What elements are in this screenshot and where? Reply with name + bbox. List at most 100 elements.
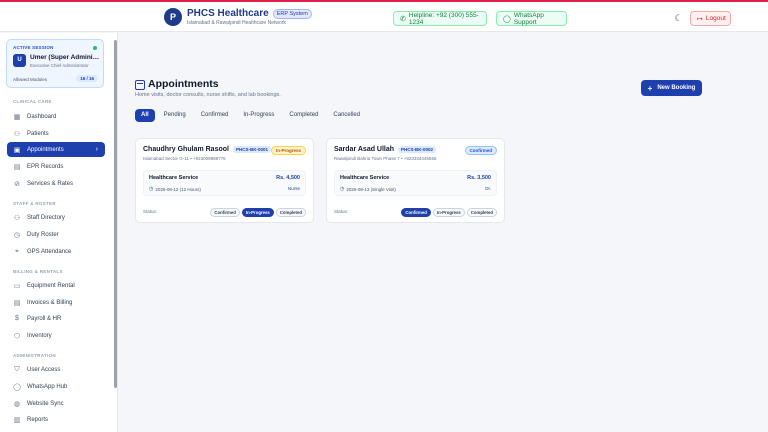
service-price: Rs. 3,500 <box>467 175 491 181</box>
section-billing-rentals: BILLING & RENTALS <box>13 269 63 274</box>
sidebar-item-equipment-rental[interactable]: ▭ Equipment Rental <box>7 278 105 293</box>
chevron-right-icon: › <box>95 146 98 153</box>
clock-icon: ◷ <box>13 231 21 239</box>
sidebar-item-dashboard[interactable]: ▦ Dashboard <box>7 109 105 124</box>
session-user-role: Executive Chief Administrator <box>30 63 89 68</box>
brand-title: PHCS Healthcare <box>187 8 269 19</box>
set-in-progress-button[interactable]: In-Progress <box>241 208 274 217</box>
plus-icon: + <box>647 83 653 93</box>
sidebar-item-invoices-billing[interactable]: ▤ Invoices & Billing <box>7 295 105 310</box>
helpline-button[interactable]: ✆ Helpline: +92 (300) 555-1234 <box>393 11 487 26</box>
page-title: Appointments <box>148 78 219 90</box>
tab-cancelled[interactable]: Cancelled <box>327 109 366 122</box>
sidebar-item-patients[interactable]: ⚇ Patients <box>7 126 105 141</box>
status-label: Status: <box>143 209 158 214</box>
service-role: Dr. <box>485 186 491 191</box>
tab-pending[interactable]: Pending <box>158 109 192 122</box>
dashboard-icon: ▦ <box>13 113 21 121</box>
booking-id-badge: PHCS-BK-0002 <box>398 146 437 153</box>
status-filter-tabs: All Pending Confirmed In-Progress Comple… <box>135 109 369 122</box>
set-in-progress-button[interactable]: In-Progress <box>432 208 465 217</box>
avatar: U <box>13 54 26 67</box>
set-completed-button[interactable]: Completed <box>466 208 497 217</box>
dollar-icon: $ <box>15 315 19 322</box>
patient-name: Chaudhry Ghulam Rasool <box>143 146 229 153</box>
session-user-name: Umer (Super Administrator) <box>30 54 100 61</box>
box-icon: ⬡ <box>13 332 21 340</box>
sidebar-item-user-access[interactable]: ⛉ User Access <box>7 362 105 377</box>
service-date: 2026-08-13 (Single Visit) <box>346 186 396 192</box>
receipt-icon: ▤ <box>13 299 21 307</box>
sidebar-item-appointments[interactable]: ▣ Appointments › <box>7 142 105 157</box>
status-switcher: Confirmed In-Progress Completed <box>399 208 497 217</box>
online-status-dot <box>93 46 97 50</box>
sidebar-item-gps-attendance[interactable]: ⌖ GPS Attendance <box>7 244 105 259</box>
calendar-icon: ▣ <box>13 146 21 154</box>
service-role: Nurse <box>287 186 300 191</box>
appointment-card[interactable]: Sardar Asad Ullah PHCS-BK-0002 Rawalpind… <box>326 138 505 223</box>
tag-icon: ⊘ <box>14 180 20 188</box>
whatsapp-support-button[interactable]: ◯ WhatsApp Support <box>496 11 567 26</box>
helpline-label: Helpline: +92 (300) 555-1234 <box>408 11 479 26</box>
sidebar-item-services-rates[interactable]: ⊘ Services & Rates <box>7 176 105 191</box>
file-icon: ▤ <box>13 163 21 171</box>
bed-icon: ▭ <box>13 282 21 290</box>
patient-name: Sardar Asad Ullah <box>334 146 395 153</box>
tab-all[interactable]: All <box>135 109 155 122</box>
section-clinical-care: CLINICAL CARE <box>13 99 52 104</box>
chat-icon: ◯ <box>503 15 511 23</box>
set-confirmed-button[interactable]: Confirmed <box>401 208 431 217</box>
service-box: Healthcare Service Rs. 4,500 ◷ 2026-08-12… <box>143 170 306 196</box>
sidebar-item-reports[interactable]: ▥ Reports <box>7 412 105 427</box>
shield-icon: ⛉ <box>14 365 20 373</box>
dark-mode-toggle-icon[interactable]: ☾ <box>672 12 685 25</box>
service-label: Healthcare Service <box>149 175 199 181</box>
patient-location: Islamabad Sector G-11 • +923009988776 <box>143 156 226 161</box>
chart-icon: ▥ <box>13 416 21 424</box>
set-completed-button[interactable]: Completed <box>275 208 306 217</box>
staff-icon: ⚇ <box>13 214 21 222</box>
clock-icon: ◷ <box>149 186 154 192</box>
pin-icon: ⌖ <box>15 247 19 255</box>
brand-logo-icon: P <box>164 8 182 26</box>
allowed-modules-label: Allowed Modules <box>13 77 48 82</box>
sidebar-item-website-sync[interactable]: ◍ Website Sync <box>7 396 105 411</box>
booking-id-badge: PHCS-BK-0001 <box>232 146 271 153</box>
tab-in-progress[interactable]: In-Progress <box>237 109 280 122</box>
sidebar-item-whatsapp-hub[interactable]: ◯ WhatsApp Hub <box>7 379 105 394</box>
appointment-card[interactable]: Chaudhry Ghulam Rasool PHCS-BK-0001 Isla… <box>135 138 314 223</box>
globe-icon: ◍ <box>13 400 21 408</box>
sidebar-scrollbar[interactable] <box>114 40 117 388</box>
session-label: ACTIVE SESSION <box>13 45 54 50</box>
logout-button[interactable]: ↦ Logout <box>690 11 731 26</box>
new-booking-button[interactable]: + New Booking <box>641 80 702 96</box>
tab-completed[interactable]: Completed <box>283 109 324 122</box>
brand-subtitle: Islamabad & Rawalpindi Healthcare Networ… <box>187 20 286 26</box>
sidebar-item-payroll-hr[interactable]: $ Payroll & HR <box>7 311 105 326</box>
calendar-icon <box>135 80 145 90</box>
users-icon: ⚇ <box>13 130 21 138</box>
section-staff-roster: STAFF & ROSTER <box>13 201 56 206</box>
erp-badge: ERP System <box>272 8 312 19</box>
tab-confirmed[interactable]: Confirmed <box>195 109 235 122</box>
status-switcher: Confirmed In-Progress Completed <box>208 208 306 217</box>
page-subtitle: Home visits, doctor consults, nurse shif… <box>135 92 281 98</box>
patient-location: Rawalpindi Bahria Town Phase 7 • +923334… <box>334 156 437 161</box>
set-confirmed-button[interactable]: Confirmed <box>210 208 240 217</box>
whatsapp-label: WhatsApp Support <box>513 11 544 26</box>
status-label: Status: <box>334 209 349 214</box>
sidebar-item-epr-records[interactable]: ▤ EPR Records <box>7 159 105 174</box>
sidebar-item-duty-roster[interactable]: ◷ Duty Roster <box>7 227 105 242</box>
new-booking-label: New Booking <box>657 85 696 91</box>
status-badge: In-Progress <box>270 146 306 155</box>
service-box: Healthcare Service Rs. 3,500 ◷ 2026-08-13… <box>334 170 497 196</box>
sidebar-item-inventory[interactable]: ⬡ Inventory <box>7 328 105 343</box>
sidebar-item-staff-directory[interactable]: ⚇ Staff Directory <box>7 210 105 225</box>
logout-label: Logout <box>705 15 726 22</box>
clock-icon: ◷ <box>340 186 345 192</box>
active-session-card: ACTIVE SESSION U Umer (Super Administrat… <box>6 39 104 88</box>
service-date: 2026-08-12 (12 Hours) <box>155 186 201 192</box>
service-price: Rs. 4,500 <box>276 175 300 181</box>
brand[interactable]: P PHCS Healthcare ERP System Islamabad &… <box>164 8 312 26</box>
chat-icon: ◯ <box>13 383 21 391</box>
